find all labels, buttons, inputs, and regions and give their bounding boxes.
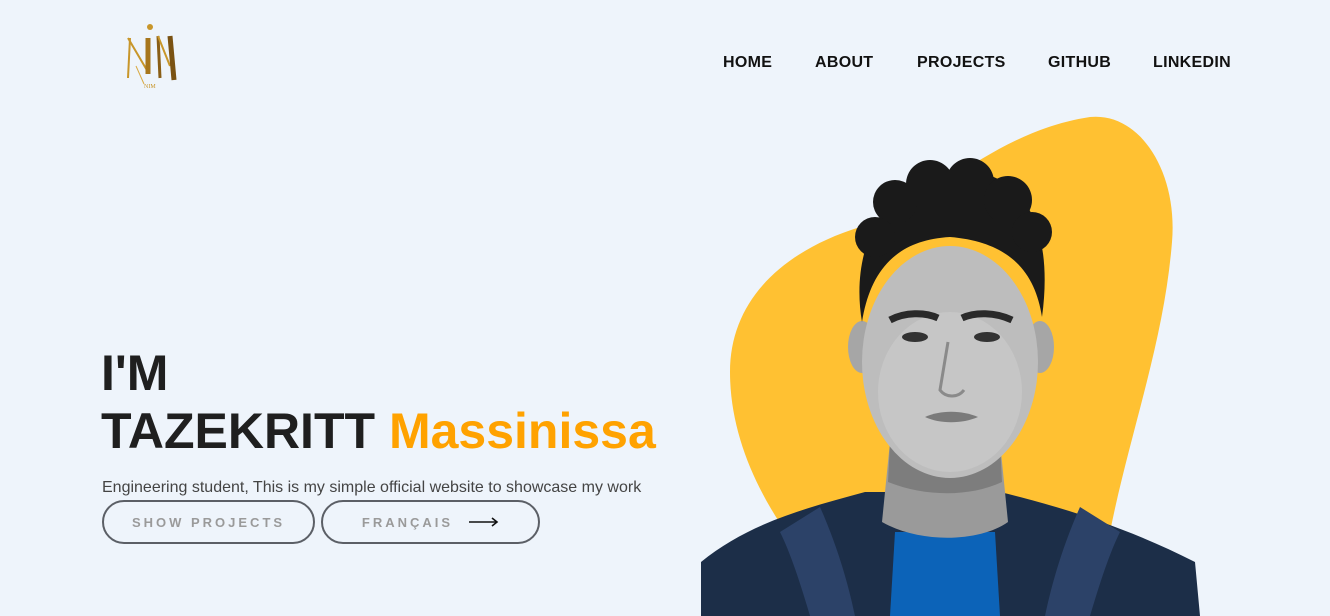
nav-about[interactable]: ABOUT (815, 54, 873, 72)
nav-home[interactable]: HOME (723, 54, 772, 72)
main-nav: HOME ABOUT PROJECTS GITHUB LINKEDIN (0, 54, 1330, 74)
show-projects-label: SHOW PROJECTS (131, 514, 286, 530)
nav-projects[interactable]: PROJECTS (917, 54, 1006, 72)
hero-portrait (701, 116, 1200, 616)
logo-caption: NIM (144, 84, 156, 90)
hero-line1: I'M (101, 345, 169, 401)
language-label: FRANÇAIS (361, 514, 454, 530)
hero-last-name: TAZEKRITT (101, 403, 376, 459)
show-projects-button[interactable]: SHOW PROJECTS (102, 500, 315, 544)
hero-title: I'M TAZEKRITT Massinissa (101, 344, 656, 460)
hero-first-name: Massinissa (388, 403, 656, 459)
nav-linkedin[interactable]: LINKEDIN (1153, 54, 1231, 72)
hero-subtitle: Engineering student, This is my simple o… (102, 479, 642, 496)
arrow-right-icon (469, 517, 499, 527)
nav-github[interactable]: GITHUB (1048, 54, 1111, 72)
language-switch-button[interactable]: FRANÇAIS (321, 500, 540, 544)
